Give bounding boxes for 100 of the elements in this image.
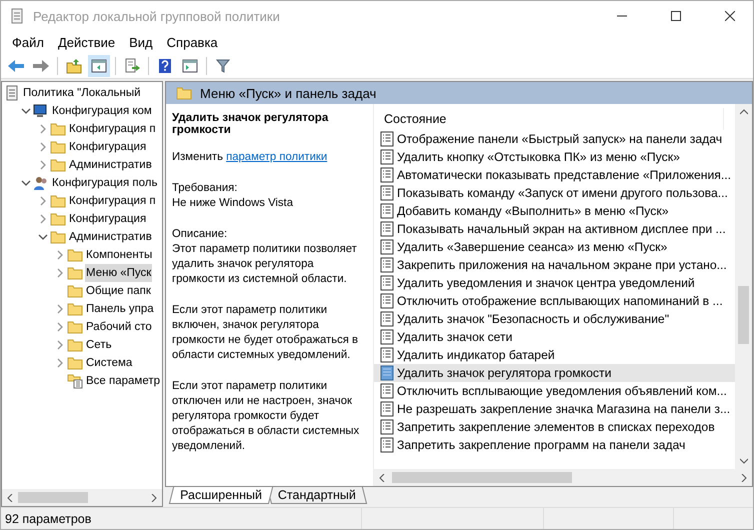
policy-setting-icon bbox=[380, 167, 394, 183]
settings-list-icon bbox=[67, 373, 83, 389]
policy-setting-icon bbox=[380, 419, 394, 435]
tree-item[interactable]: Общие папк bbox=[85, 282, 152, 300]
panel-toggle-icon bbox=[91, 58, 107, 72]
policy-name: Удалить «Завершение сеанса» из меню «Пуск» bbox=[397, 240, 668, 254]
policy-name: Отключить всплывающие уведомления объявлений ком... bbox=[397, 384, 727, 398]
export-list-icon bbox=[124, 58, 140, 74]
scroll-left-icon[interactable] bbox=[6, 494, 14, 502]
folder-icon bbox=[67, 248, 83, 262]
policy-row[interactable]: Добавить команду «Выполнить» в меню «Пуск» bbox=[374, 202, 735, 220]
policy-row[interactable]: Показывать начальный экран на активном дисплее при ... bbox=[374, 220, 735, 238]
scroll-down-icon[interactable] bbox=[740, 457, 748, 465]
folder-icon bbox=[176, 86, 192, 100]
scroll-right-icon[interactable] bbox=[150, 494, 158, 502]
menu-item[interactable]: Справка bbox=[160, 32, 225, 52]
policy-name: Отображение панели «Быстрый запуск» на панели задач bbox=[397, 132, 722, 146]
policy-row[interactable]: Отображение панели «Быстрый запуск» на панели задач bbox=[374, 130, 735, 148]
requirements-text: Не ниже Windows Vista bbox=[172, 196, 294, 211]
policy-setting-icon bbox=[380, 347, 394, 363]
filter-icon bbox=[216, 58, 230, 74]
users-icon bbox=[33, 175, 49, 191]
scroll-right-icon[interactable] bbox=[740, 474, 748, 482]
policy-row[interactable]: Запретить закрепление элементов в списках переходов bbox=[374, 418, 735, 436]
policy-name: Показывать команду «Запуск от имени другого пользова... bbox=[397, 186, 728, 200]
policy-setting-icon bbox=[380, 275, 394, 291]
policy-row[interactable]: Отключить отображение всплывающих напоминаний в ... bbox=[374, 292, 735, 310]
policy-row[interactable]: Автоматически показывать представление «Приложения... bbox=[374, 166, 735, 184]
tree-item[interactable]: Административ bbox=[68, 228, 153, 246]
chevron-down-icon[interactable] bbox=[21, 106, 31, 116]
menu-item[interactable]: Файл bbox=[5, 32, 51, 52]
scroll-left-icon[interactable] bbox=[378, 474, 386, 482]
chevron-down-icon[interactable] bbox=[21, 178, 31, 188]
folder-icon bbox=[67, 302, 83, 316]
policy-row[interactable]: Удалить значок "Безопасность и обслуживание" bbox=[374, 310, 735, 328]
policy-setting-icon bbox=[380, 365, 394, 381]
policy-row[interactable]: Удалить «Завершение сеанса» из меню «Пуск» bbox=[374, 238, 735, 256]
tree-item[interactable]: Административ bbox=[68, 156, 153, 174]
policy-setting-icon bbox=[380, 293, 394, 309]
policy-title: Удалить значок регулятора громкости bbox=[172, 112, 330, 136]
scrollbar-thumb[interactable] bbox=[18, 492, 88, 503]
tree-item[interactable]: Конфигурация п bbox=[68, 192, 157, 210]
menu-item[interactable]: Вид bbox=[122, 32, 160, 52]
forward-arrow-icon bbox=[32, 58, 50, 72]
help-icon bbox=[158, 58, 172, 74]
policy-name: Не разрешать закрепление значка Магазина на панели з... bbox=[397, 402, 730, 416]
tree-item[interactable]: Система bbox=[85, 354, 134, 372]
policy-name: Удалить индикатор батарей bbox=[397, 348, 555, 362]
back-arrow-icon bbox=[7, 58, 25, 72]
policy-setting-icon bbox=[380, 131, 394, 147]
tree-item[interactable]: Меню «Пуск bbox=[85, 264, 152, 282]
policy-row[interactable]: Удалить значок сети bbox=[374, 328, 735, 346]
policy-name: Закрепить приложения на начальном экране при устано... bbox=[397, 258, 727, 272]
tree-item[interactable]: Сеть bbox=[85, 336, 113, 354]
policy-setting-icon bbox=[380, 311, 394, 327]
policy-setting-icon bbox=[380, 401, 394, 417]
policy-name: Добавить команду «Выполнить» в меню «Пуск» bbox=[397, 204, 668, 218]
policy-name: Запретить закрепление программ на панели задач bbox=[397, 438, 686, 452]
policy-row[interactable]: Отключить всплывающие уведомления объявлений ком... bbox=[374, 382, 735, 400]
tree-item[interactable]: Рабочий сто bbox=[85, 318, 153, 336]
console-view-icon bbox=[182, 58, 198, 72]
chevron-down-icon[interactable] bbox=[38, 232, 48, 242]
policy-name: Удалить значок сети bbox=[397, 330, 512, 344]
folder-icon bbox=[50, 194, 66, 208]
policy-row[interactable]: Удалить индикатор батарей bbox=[374, 346, 735, 364]
tree-item[interactable]: Политика "Локальный bbox=[22, 84, 142, 102]
requirements-label: Требования: bbox=[172, 181, 238, 196]
tree-item[interactable]: Компоненты bbox=[85, 246, 154, 264]
tree-item[interactable]: Конфигурация п bbox=[68, 120, 157, 138]
policy-name: Удалить значок регулятора громкости bbox=[397, 366, 612, 380]
policy-row[interactable]: Удалить кнопку «Отстыковка ПК» из меню «Пуск» bbox=[374, 148, 735, 166]
scrollbar-thumb[interactable] bbox=[392, 472, 572, 483]
tree-item[interactable]: Конфигурация bbox=[68, 138, 148, 156]
tree-item[interactable]: Конфигурация ком bbox=[51, 102, 153, 120]
section-title: Меню «Пуск» и панель задач bbox=[200, 86, 376, 100]
folder-up-icon bbox=[66, 58, 82, 74]
tree-item[interactable]: Конфигурация bbox=[68, 210, 148, 228]
policy-row[interactable]: Запретить закрепление программ на панели задач bbox=[374, 436, 735, 454]
tree-item[interactable]: Конфигурация поль bbox=[51, 174, 158, 192]
tree-item[interactable]: Все параметр bbox=[85, 372, 162, 390]
policy-row[interactable]: Удалить уведомления и значок центра уведомлений bbox=[374, 274, 735, 292]
scroll-document-icon bbox=[9, 8, 25, 24]
description-paragraph: Если этот параметр политики включен, значок регулятора громкости не будет отображаться в области системных уведомлений. bbox=[172, 303, 360, 363]
policy-row[interactable]: Не разрешать закрепление значка Магазина на панели з... bbox=[374, 400, 735, 418]
policy-row[interactable]: Показывать команду «Запуск от имени другого пользова... bbox=[374, 184, 735, 202]
policy-row[interactable]: Удалить значок регулятора громкости bbox=[374, 364, 735, 382]
policy-setting-icon bbox=[380, 239, 394, 255]
column-header[interactable]: Состояние bbox=[374, 108, 724, 130]
tree-item[interactable]: Панель упра bbox=[85, 300, 155, 318]
policy-name: Автоматически показывать представление «Приложения... bbox=[397, 168, 732, 182]
description-label: Описание: bbox=[172, 227, 228, 242]
scroll-up-icon[interactable] bbox=[740, 108, 748, 116]
toolbar-button[interactable] bbox=[88, 54, 110, 76]
policy-name: Запретить закрепление элементов в списках переходов bbox=[397, 420, 715, 434]
folder-icon bbox=[50, 230, 66, 244]
scrollbar-thumb[interactable] bbox=[738, 286, 749, 344]
policy-row[interactable]: Закрепить приложения на начальном экране при устано... bbox=[374, 256, 735, 274]
edit-policy-link[interactable]: параметр политики bbox=[226, 151, 328, 163]
menu-item[interactable]: Действие bbox=[50, 32, 122, 52]
view-tab[interactable]: Расширенный bbox=[168, 487, 273, 504]
